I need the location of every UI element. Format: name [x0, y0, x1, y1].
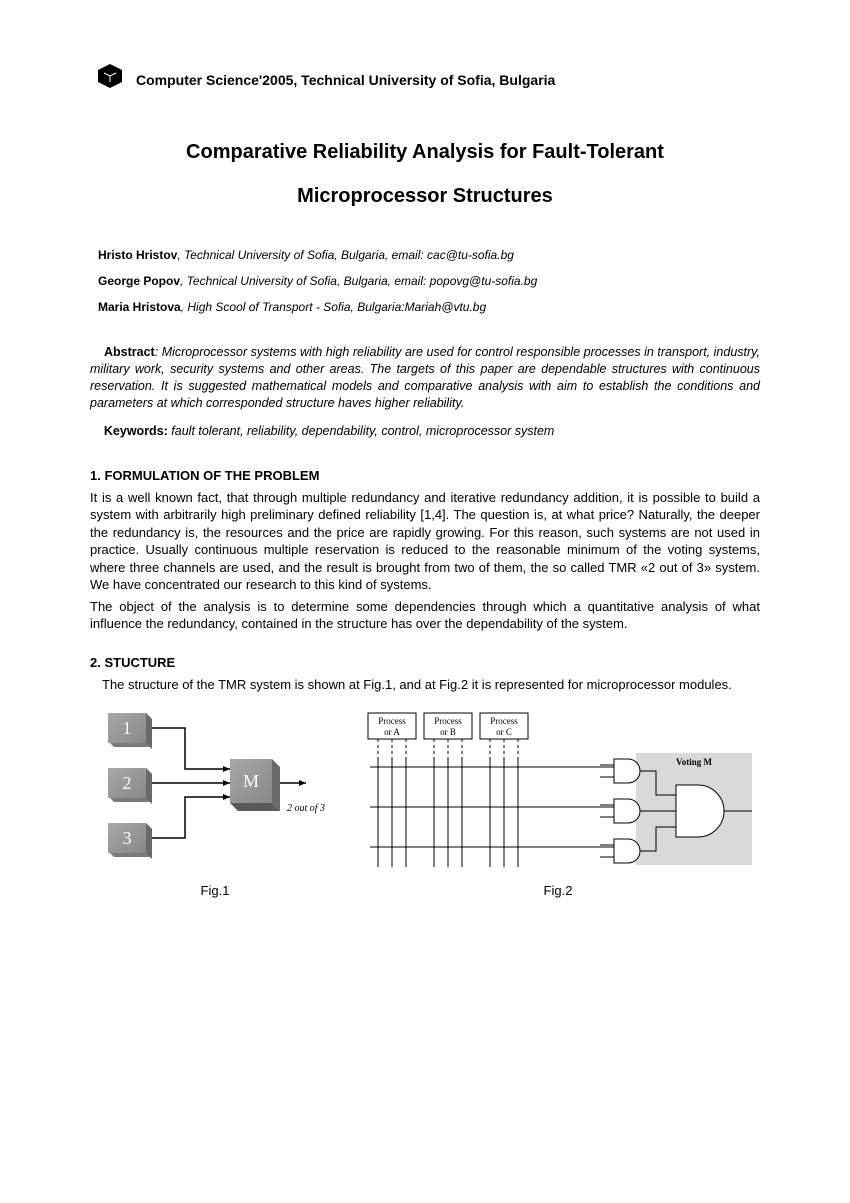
svg-text:1: 1	[123, 718, 132, 738]
section1-p2: The object of the analysis is to determi…	[90, 598, 760, 633]
fig2-svg: Processor A Processor B Processor C	[356, 707, 756, 877]
svg-text:M: M	[243, 771, 259, 791]
abstract-block: Abstract: Microprocessor systems with hi…	[90, 344, 760, 412]
conference-header: Computer Science'2005, Technical Univers…	[136, 72, 555, 88]
svg-text:3: 3	[123, 828, 132, 848]
authors-block: Hristo Hristov, Technical University of …	[98, 248, 752, 314]
figure-1: 1 2 3	[90, 707, 340, 898]
keywords-text: fault tolerant, reliability, dependabili…	[168, 424, 555, 438]
section1-p1: It is a well known fact, that through mu…	[90, 489, 760, 594]
svg-text:2: 2	[123, 773, 132, 793]
fig1-svg: 1 2 3	[90, 707, 340, 877]
title-line-2: Microprocessor Structures	[90, 174, 760, 218]
header-row: Computer Science'2005, Technical Univers…	[90, 60, 760, 100]
logo-icon	[90, 60, 130, 100]
keywords-block: Keywords: fault tolerant, reliability, d…	[90, 424, 760, 438]
author-line: Maria Hristova, High Scool of Transport …	[98, 300, 752, 314]
author-line: George Popov, Technical University of So…	[98, 274, 752, 288]
abstract-label: Abstract	[104, 345, 155, 359]
section-heading-1: 1. FORMULATION OF THE PROBLEM	[90, 468, 760, 483]
svg-text:Process: Process	[490, 716, 518, 726]
fig2-caption: Fig.2	[356, 883, 760, 898]
paper-title: Comparative Reliability Analysis for Fau…	[90, 130, 760, 218]
title-line-1: Comparative Reliability Analysis for Fau…	[90, 130, 760, 174]
author-affil: , Technical University of Sofia, Bulgari…	[177, 248, 514, 262]
svg-text:Process: Process	[434, 716, 462, 726]
svg-text:Process: Process	[378, 716, 406, 726]
section2-p1: The structure of the TMR system is shown…	[90, 676, 760, 694]
author-name: Maria Hristova	[98, 300, 181, 314]
svg-text:Voting M: Voting M	[676, 757, 712, 767]
page: Computer Science'2005, Technical Univers…	[0, 0, 850, 1203]
figures-row: 1 2 3	[90, 707, 760, 898]
author-affil: , Technical University of Sofia, Bulgari…	[180, 274, 537, 288]
svg-text:or A: or A	[384, 727, 400, 737]
author-name: Hristo Hristov	[98, 248, 177, 262]
svg-text:or B: or B	[440, 727, 456, 737]
figure-2: Processor A Processor B Processor C	[356, 707, 760, 898]
author-name: George Popov	[98, 274, 180, 288]
section-heading-2: 2. STUCTURE	[90, 655, 760, 670]
keywords-label: Keywords:	[104, 424, 168, 438]
author-line: Hristo Hristov, Technical University of …	[98, 248, 752, 262]
svg-text:or C: or C	[496, 727, 512, 737]
abstract-text: : Microprocessor systems with high relia…	[90, 345, 760, 410]
fig1-caption: Fig.1	[90, 883, 340, 898]
author-affil: , High Scool of Transport - Sofia, Bulga…	[181, 300, 486, 314]
svg-text:2 out of 3: 2 out of 3	[287, 803, 325, 814]
